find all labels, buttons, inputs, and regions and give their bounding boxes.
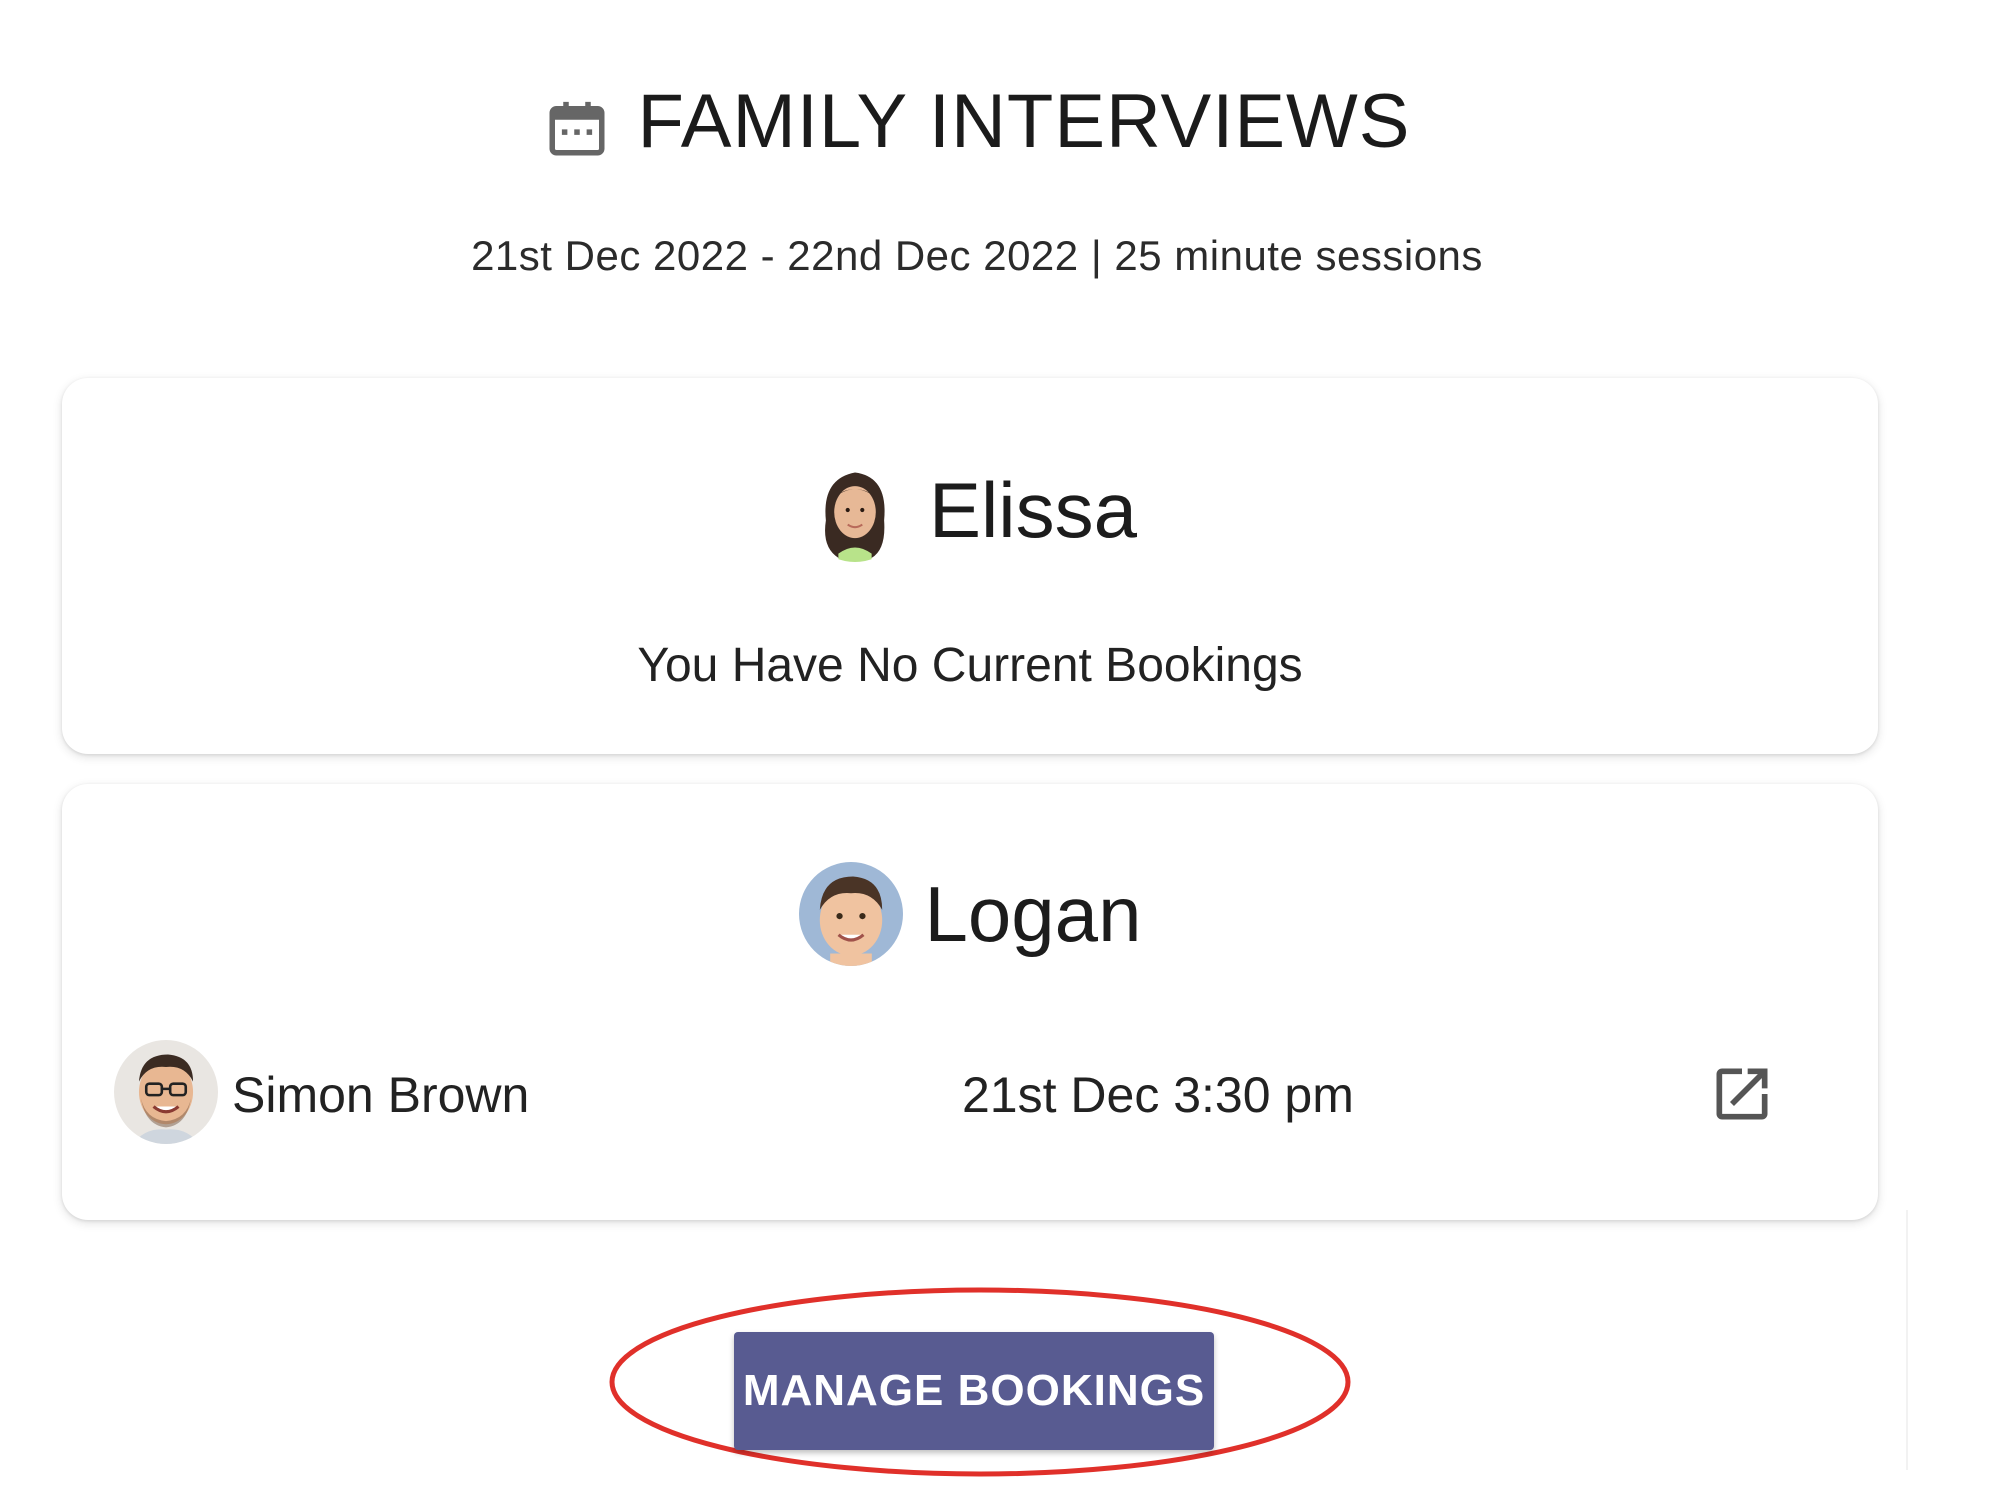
student-avatar-elissa xyxy=(802,458,907,562)
student-name: Elissa xyxy=(928,465,1138,554)
no-bookings-message: You Have No Current Bookings xyxy=(637,639,1303,692)
calendar-icon xyxy=(544,95,610,161)
manage-bookings-area: MANAGE BOOKINGS xyxy=(600,1282,1360,1482)
page-header: FAMILY INTERVIEWS xyxy=(0,78,1954,165)
student-card-logan: Logan Simon Brown 21st Dec 3:30 pm xyxy=(62,784,1878,1220)
student-header: Logan xyxy=(62,862,1878,966)
session-info: 21st Dec 2022 - 22nd Dec 2022 | 25 minut… xyxy=(471,232,1483,279)
page-title: FAMILY INTERVIEWS xyxy=(637,79,1411,164)
right-edge-divider xyxy=(1906,1210,1908,1470)
teacher-avatar xyxy=(114,1040,218,1144)
student-name: Logan xyxy=(924,869,1142,958)
family-interviews-page: FAMILY INTERVIEWS 21st Dec 2022 - 22nd D… xyxy=(0,0,2000,1510)
student-avatar-logan xyxy=(798,862,903,966)
booking-row: Simon Brown 21st Dec 3:30 pm xyxy=(114,1040,1826,1150)
teacher-name: Simon Brown xyxy=(232,1067,530,1123)
student-header: Elissa xyxy=(62,458,1878,562)
booking-time: 21st Dec 3:30 pm xyxy=(962,1067,1354,1123)
student-card-elissa: Elissa You Have No Current Bookings xyxy=(62,378,1878,754)
manage-bookings-button[interactable]: MANAGE BOOKINGS xyxy=(734,1332,1214,1450)
open-in-new-icon[interactable] xyxy=(1708,1060,1776,1128)
